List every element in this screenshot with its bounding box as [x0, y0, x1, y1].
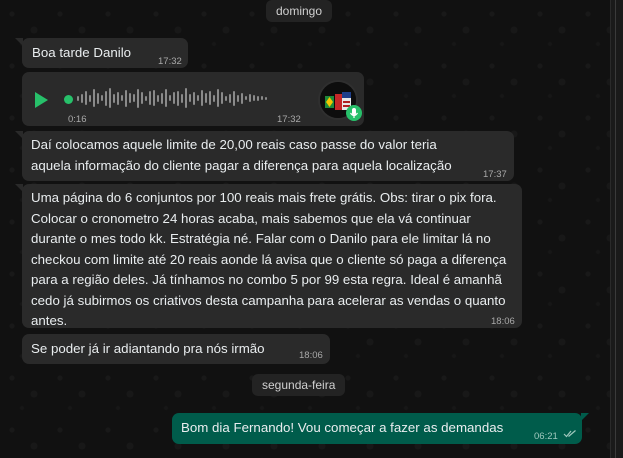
- message-text: Uma página do 6 conjuntos por 100 reais …: [31, 190, 507, 328]
- audio-waveform[interactable]: [77, 86, 307, 110]
- chat-area: domingo Boa tarde Danilo 17:32 0:16 17:3…: [0, 0, 610, 458]
- mic-icon: [346, 105, 362, 121]
- message-time: 18:06: [491, 316, 515, 327]
- date-divider-sunday: domingo: [266, 0, 333, 22]
- message-time: 06:21: [534, 431, 558, 442]
- scrollbar-track[interactable]: [610, 0, 623, 458]
- message-text: Se poder já ir adiantando pra nós irmão: [31, 341, 265, 356]
- message-bubble-outgoing[interactable]: Bom dia Fernando! Vou começar a fazer as…: [172, 413, 589, 444]
- message-bubble[interactable]: Daí colocamos aquele limite de 20,00 rea…: [15, 131, 514, 181]
- message-time: 17:37: [483, 169, 507, 180]
- message-bubble[interactable]: Se poder já ir adiantando pra nós irmão …: [22, 334, 330, 364]
- play-icon[interactable]: [35, 92, 48, 108]
- message-bubble[interactable]: Uma página do 6 conjuntos por 100 reais …: [15, 184, 522, 328]
- message-text: Daí colocamos aquele limite de 20,00 rea…: [31, 137, 452, 173]
- audio-progress-handle[interactable]: [64, 95, 73, 104]
- message-text: Bom dia Fernando! Vou começar a fazer as…: [181, 420, 504, 435]
- message-text: Boa tarde Danilo: [32, 45, 132, 60]
- audio-message-bubble[interactable]: 0:16 17:32: [22, 72, 364, 126]
- audio-duration: 0:16: [68, 114, 87, 125]
- message-time: 17:32: [277, 114, 301, 125]
- double-check-icon: [563, 430, 576, 438]
- scrollbar-line: [615, 0, 616, 458]
- message-time: 17:32: [158, 56, 182, 67]
- message-bubble[interactable]: Boa tarde Danilo 17:32: [15, 38, 188, 68]
- date-divider-monday: segunda-feira: [252, 374, 346, 396]
- message-time: 18:06: [299, 350, 323, 361]
